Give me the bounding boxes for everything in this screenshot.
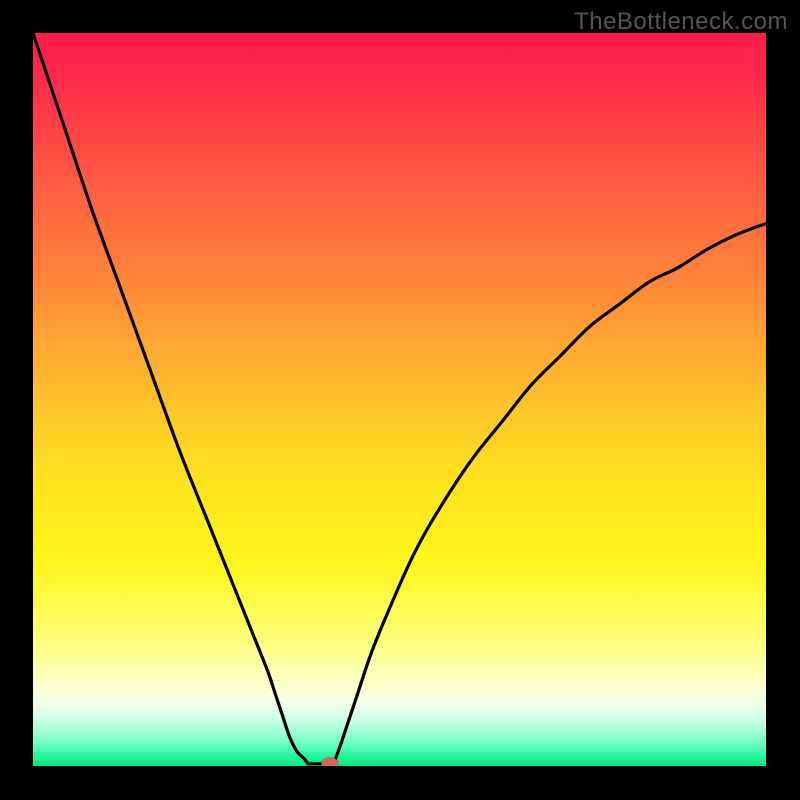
chart-frame: TheBottleneck.com — [0, 0, 800, 800]
bottleneck-curve — [33, 33, 766, 766]
watermark-label: TheBottleneck.com — [574, 8, 788, 36]
curve-path — [33, 33, 766, 765]
plot-area — [33, 33, 766, 766]
optimal-point-marker — [321, 757, 338, 766]
